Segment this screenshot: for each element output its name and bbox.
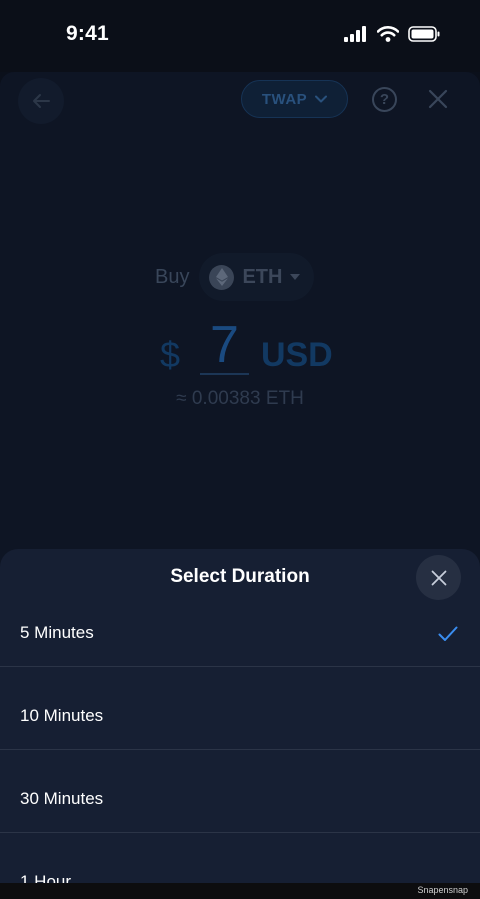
back-button[interactable]: [18, 78, 64, 124]
eth-icon: [209, 264, 235, 290]
battery-icon: [408, 26, 440, 42]
caret-down-icon: [290, 274, 301, 280]
amount-input[interactable]: 7: [200, 317, 249, 375]
checkmark-icon: [438, 626, 458, 641]
chevron-down-icon: [315, 95, 328, 103]
duration-option-10-minutes[interactable]: 10 Minutes: [0, 667, 480, 750]
option-label: 10 Minutes: [20, 706, 104, 725]
approx-conversion: ≈ 0.00383 ETH: [176, 388, 304, 409]
close-screen-button[interactable]: [428, 89, 448, 114]
buy-row: Buy ETH: [155, 253, 315, 301]
footer-bar: Snapensnap: [0, 883, 480, 899]
duration-sheet: Select Duration 5 Minutes 10 Minutes 30 …: [0, 549, 480, 899]
status-bar: 9:41: [0, 0, 480, 72]
status-icons: [344, 26, 440, 42]
currency-symbol: $: [160, 334, 181, 375]
order-type-button[interactable]: TWAP: [241, 80, 348, 118]
order-type-label: TWAP: [261, 90, 308, 108]
duration-option-30-minutes[interactable]: 30 Minutes: [0, 750, 480, 833]
token-selector[interactable]: ETH: [199, 253, 315, 301]
wifi-icon: [377, 26, 399, 42]
footer-brand: Snapensnap: [417, 885, 468, 895]
option-label: 30 Minutes: [20, 789, 104, 808]
token-name: ETH: [242, 265, 283, 288]
amount-row: $ 7 USD: [160, 317, 333, 375]
option-label: 5 Minutes: [20, 623, 94, 642]
arrow-left-icon: [33, 94, 50, 108]
duration-option-5-minutes[interactable]: 5 Minutes: [0, 584, 480, 667]
help-icon[interactable]: ?: [372, 87, 397, 112]
amount-unit: USD: [260, 336, 333, 374]
signal-icon: [344, 26, 366, 42]
help-glyph: ?: [379, 91, 390, 108]
close-icon: [428, 89, 448, 109]
trade-header: TWAP ?: [0, 72, 480, 128]
buy-label: Buy: [155, 265, 190, 288]
status-time: 9:41: [66, 22, 109, 45]
